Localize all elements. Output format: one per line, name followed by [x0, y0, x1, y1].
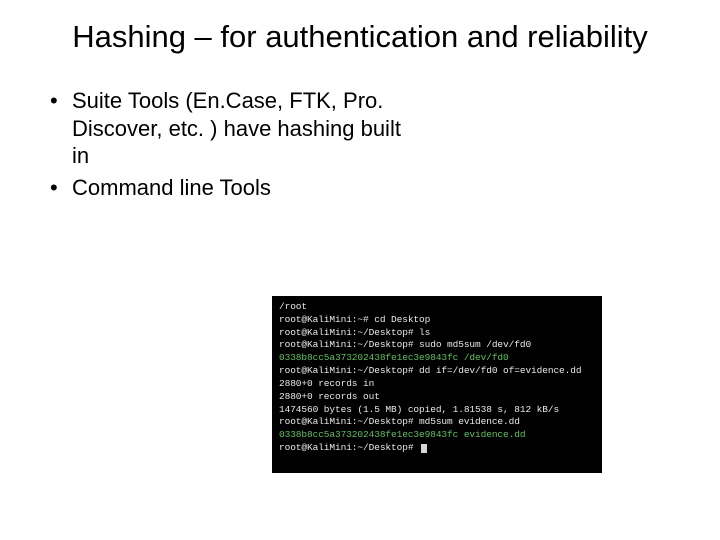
slide-title: Hashing – for authentication and reliabi… [46, 18, 674, 55]
terminal-line: 2880+0 records in [279, 378, 595, 391]
terminal-line: 0338b8cc5a373202438fe1ec3e9843fc evidenc… [279, 429, 595, 442]
bullet-item: Suite Tools (En.Case, FTK, Pro. Discover… [46, 87, 406, 170]
terminal-line: 2880+0 records out [279, 391, 595, 404]
terminal-screenshot: /rootroot@KaliMini:~# cd Desktoproot@Kal… [272, 296, 602, 473]
terminal-line: 1474560 bytes (1.5 MB) copied, 1.81538 s… [279, 404, 595, 417]
terminal-line: root@KaliMini:~/Desktop# sudo md5sum /de… [279, 339, 595, 352]
slide-container: Hashing – for authentication and reliabi… [0, 0, 720, 201]
terminal-line: root@KaliMini:~/Desktop# dd if=/dev/fd0 … [279, 365, 595, 378]
terminal-line: root@KaliMini:~/Desktop# ls [279, 327, 595, 340]
cursor-icon [421, 444, 427, 453]
terminal-line: /root [279, 301, 595, 314]
bullet-item: Command line Tools [46, 174, 406, 202]
terminal-line: 0338b8cc5a373202438fe1ec3e9843fc /dev/fd… [279, 352, 595, 365]
terminal-line: root@KaliMini:~/Desktop# [279, 442, 595, 455]
bullet-list: Suite Tools (En.Case, FTK, Pro. Discover… [46, 87, 406, 201]
terminal-line: root@KaliMini:~/Desktop# md5sum evidence… [279, 416, 595, 429]
terminal-line: root@KaliMini:~# cd Desktop [279, 314, 595, 327]
